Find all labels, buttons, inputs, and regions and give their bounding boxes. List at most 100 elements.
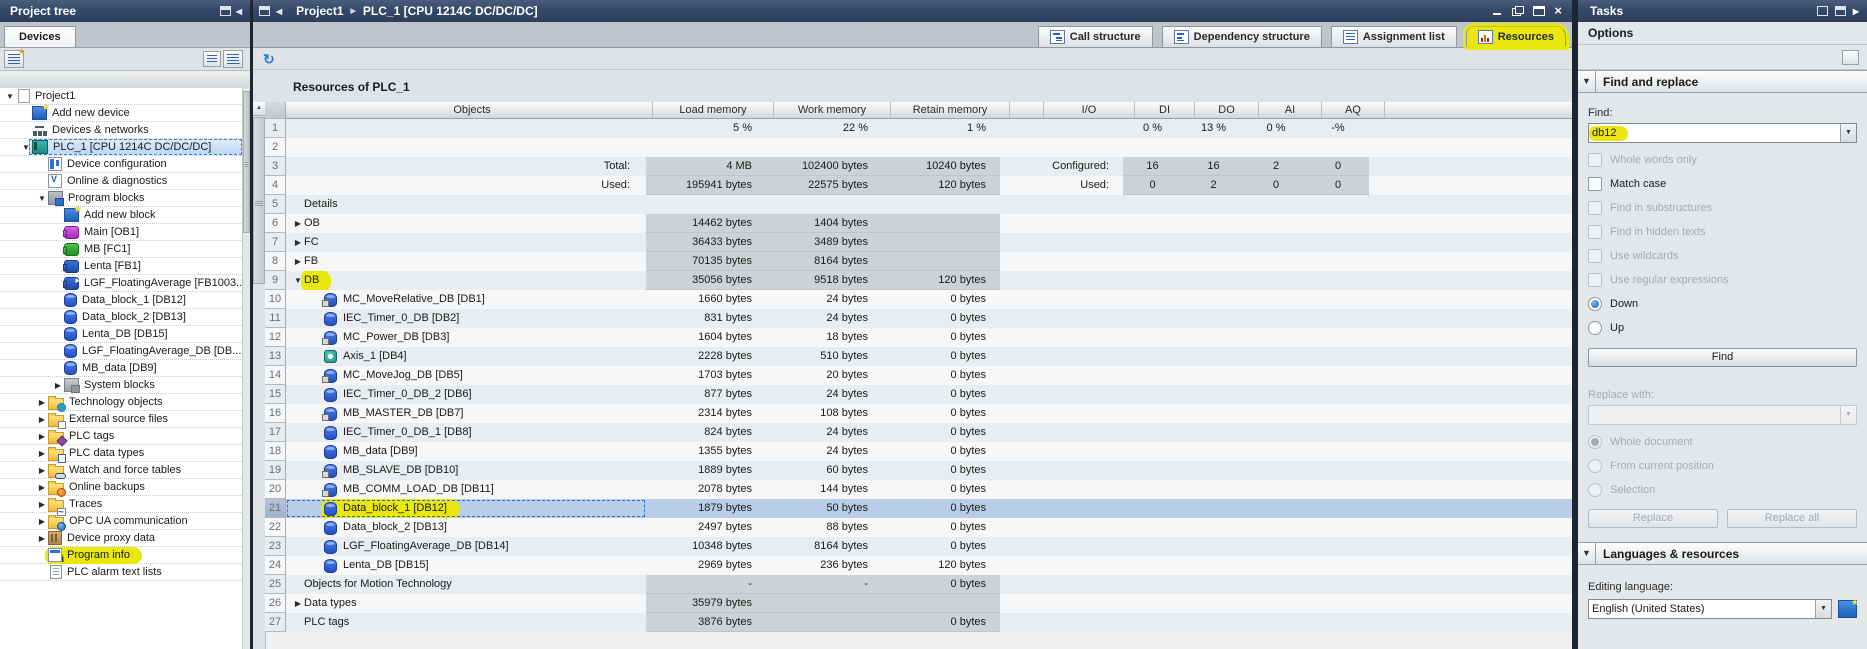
table-row-10[interactable]: 10MC_MoveRelative_DB [DB1]1660 bytes24 b…	[265, 290, 1572, 309]
maximize-pane-button[interactable]	[1842, 50, 1859, 65]
col-work-memory[interactable]: Work memory	[774, 102, 891, 119]
table-row-1[interactable]: 15 %22 %1 %0 %13 %0 %-%	[265, 119, 1572, 138]
col-retain-memory[interactable]: Retain memory	[891, 102, 1010, 119]
table-row-27[interactable]: 27PLC tags3876 bytes0 bytes	[265, 613, 1572, 632]
tree-scrollbar-thumb[interactable]	[243, 91, 250, 233]
tree-item-data-block-1-db12[interactable]: Data_block_1 [DB12]	[0, 292, 243, 309]
tree-item-device-proxy-data[interactable]: Device proxy data	[0, 530, 243, 547]
tab-devices[interactable]: Devices	[4, 26, 76, 47]
checkbox-find-in-hidden-texts[interactable]: Find in hidden texts	[1588, 224, 1867, 239]
tree-item-lenta-db-db15[interactable]: Lenta_DB [DB15]	[0, 326, 243, 343]
expander-icon[interactable]	[20, 143, 32, 152]
tree-item-online-diagnostics[interactable]: Online & diagnostics	[0, 173, 243, 190]
col-io[interactable]: I/O	[1044, 102, 1135, 119]
tree-item-lenta-fb1[interactable]: Lenta [FB1]	[0, 258, 243, 275]
tree-item-external-source-files[interactable]: External source files	[0, 411, 243, 428]
tree-item-main-ob1[interactable]: Main [OB1]	[0, 224, 243, 241]
table-row-14[interactable]: 14MC_MoveJog_DB [DB5]1703 bytes20 bytes0…	[265, 366, 1572, 385]
checkbox-use-wildcards[interactable]: Use wildcards	[1588, 248, 1867, 263]
expander-icon[interactable]	[292, 233, 304, 252]
table-row-22[interactable]: 22Data_block_2 [DB13]2497 bytes88 bytes0…	[265, 518, 1572, 537]
col-do[interactable]: DO	[1195, 102, 1259, 119]
languages-section-header[interactable]: ▼ Languages & resources	[1578, 542, 1867, 565]
tree-item-system-blocks[interactable]: System blocks	[0, 377, 243, 394]
expander-icon[interactable]	[52, 381, 64, 390]
expander-icon[interactable]	[36, 449, 48, 458]
table-row-24[interactable]: 24Lenta_DB [DB15]2969 bytes236 bytes120 …	[265, 556, 1572, 575]
tree-scrollbar[interactable]	[242, 88, 250, 649]
table-row-8[interactable]: 8FB70135 bytes8164 bytes	[265, 252, 1572, 271]
tree-item-technology-objects[interactable]: Technology objects	[0, 394, 243, 411]
table-row-11[interactable]: 11IEC_Timer_0_DB [DB2]831 bytes24 bytes0…	[265, 309, 1572, 328]
table-row-3[interactable]: 3Total:4 MB102400 bytes10240 bytesConfig…	[265, 157, 1572, 176]
tree-item-mb-data-db9[interactable]: MB_data [DB9]	[0, 360, 243, 377]
col-aq[interactable]: AQ	[1322, 102, 1385, 119]
tree-item-plc-data-types[interactable]: PLC data types	[0, 445, 243, 462]
radio-icon[interactable]	[1588, 321, 1602, 335]
expander-icon[interactable]	[36, 500, 48, 509]
col-objects[interactable]: Objects	[286, 102, 653, 119]
col-di[interactable]: DI	[1135, 102, 1195, 119]
tree-item-plc-tags[interactable]: PLC tags	[0, 428, 243, 445]
minimize-button[interactable]	[1491, 6, 1503, 16]
tree-item-program-info[interactable]: Program info	[0, 547, 243, 564]
tree-item-traces[interactable]: Traces	[0, 496, 243, 513]
table-row-5[interactable]: 5Details	[265, 195, 1572, 214]
tree-item-add-new-device[interactable]: Add new device	[0, 105, 243, 122]
table-row-7[interactable]: 7FC36433 bytes3489 bytes	[265, 233, 1572, 252]
table-row-6[interactable]: 6OB14462 bytes1404 bytes	[265, 214, 1572, 233]
checkbox-use-regular-expressions[interactable]: Use regular expressions	[1588, 272, 1867, 287]
restore-button[interactable]	[1512, 6, 1524, 16]
radio-scope-from-current-position[interactable]: From current position	[1588, 458, 1867, 473]
expander-icon[interactable]	[292, 594, 304, 613]
float-tasks-icon[interactable]	[1817, 6, 1828, 16]
tree-item-lgf-floatingaverage-db-db[interactable]: LGF_FloatingAverage_DB [DB...	[0, 343, 243, 360]
split-editor-icon[interactable]	[259, 6, 270, 16]
tree-item-project1[interactable]: Project1	[0, 88, 243, 105]
find-dropdown-arrow-icon[interactable]	[1840, 124, 1856, 142]
table-row-26[interactable]: 26Data types35979 bytes	[265, 594, 1572, 613]
tab-call-structure[interactable]: Call structure	[1038, 26, 1153, 47]
tree-item-lgf-floatingaverage-fb1003[interactable]: LGF_FloatingAverage [FB1003...	[0, 275, 243, 292]
expander-icon[interactable]	[36, 398, 48, 407]
expander-icon[interactable]	[36, 415, 48, 424]
tree-item-watch-and-force-tables[interactable]: Watch and force tables	[0, 462, 243, 479]
table-row-13[interactable]: 13Axis_1 [DB4]2228 bytes510 bytes0 bytes	[265, 347, 1572, 366]
radio-icon[interactable]	[1588, 297, 1602, 311]
table-row-9[interactable]: 9DB35056 bytes9518 bytes120 bytes	[265, 271, 1572, 290]
table-row-20[interactable]: 20MB_COMM_LOAD_DB [DB11]2078 bytes144 by…	[265, 480, 1572, 499]
checkbox-match-case[interactable]: Match case	[1588, 176, 1867, 191]
tree-item-data-block-2-db13[interactable]: Data_block_2 [DB13]	[0, 309, 243, 326]
replace-button[interactable]: Replace	[1588, 509, 1718, 528]
find-replace-section-header[interactable]: ▼ Find and replace	[1578, 70, 1867, 93]
checkbox-box-icon[interactable]	[1588, 177, 1602, 191]
tree-item-plc-1-cpu-1214c-dc-dc-dc[interactable]: PLC_1 [CPU 1214C DC/DC/DC]	[0, 139, 243, 156]
radio-direction-up[interactable]: Up	[1588, 320, 1867, 335]
radio-scope-whole-document[interactable]: Whole document	[1588, 434, 1867, 449]
close-button[interactable]: ×	[1554, 6, 1562, 16]
chevron-down-icon[interactable]: ▼	[1578, 71, 1596, 92]
language-dropdown-arrow-icon[interactable]	[1815, 600, 1831, 618]
col-ai[interactable]: AI	[1259, 102, 1322, 119]
checkbox-find-in-substructures[interactable]: Find in substructures	[1588, 200, 1867, 215]
radio-direction-down[interactable]: Down	[1588, 296, 1867, 311]
expander-icon[interactable]	[36, 534, 48, 543]
table-row-21[interactable]: 21Data_block_1 [DB12]1879 bytes50 bytes0…	[265, 499, 1572, 518]
scroll-up-icon[interactable]: ▲	[253, 102, 265, 116]
refresh-icon[interactable]: ↻	[263, 52, 275, 66]
add-language-button[interactable]	[1838, 600, 1857, 618]
collapse-left-icon[interactable]: ◀	[236, 7, 242, 16]
table-row-12[interactable]: 12MC_Power_DB [DB3]1604 bytes18 bytes0 b…	[265, 328, 1572, 347]
table-row-4[interactable]: 4Used:195941 bytes22575 bytes120 bytesUs…	[265, 176, 1572, 195]
breadcrumb-plc[interactable]: PLC_1 [CPU 1214C DC/DC/DC]	[363, 4, 538, 18]
breadcrumb-project[interactable]: Project1	[296, 4, 343, 18]
dock-tasks-icon[interactable]	[1835, 6, 1846, 16]
replace-input[interactable]	[1588, 405, 1857, 425]
tab-assignment-list[interactable]: Assignment list	[1331, 26, 1457, 47]
expander-icon[interactable]	[36, 517, 48, 526]
table-scrollbar-thumb[interactable]	[253, 117, 265, 284]
collapse-right-icon[interactable]: ▶	[1853, 7, 1859, 16]
expander-icon[interactable]	[292, 252, 304, 271]
tree-item-plc-alarm-text-lists[interactable]: PLC alarm text lists	[0, 564, 243, 581]
maximize-button[interactable]	[1533, 6, 1545, 16]
